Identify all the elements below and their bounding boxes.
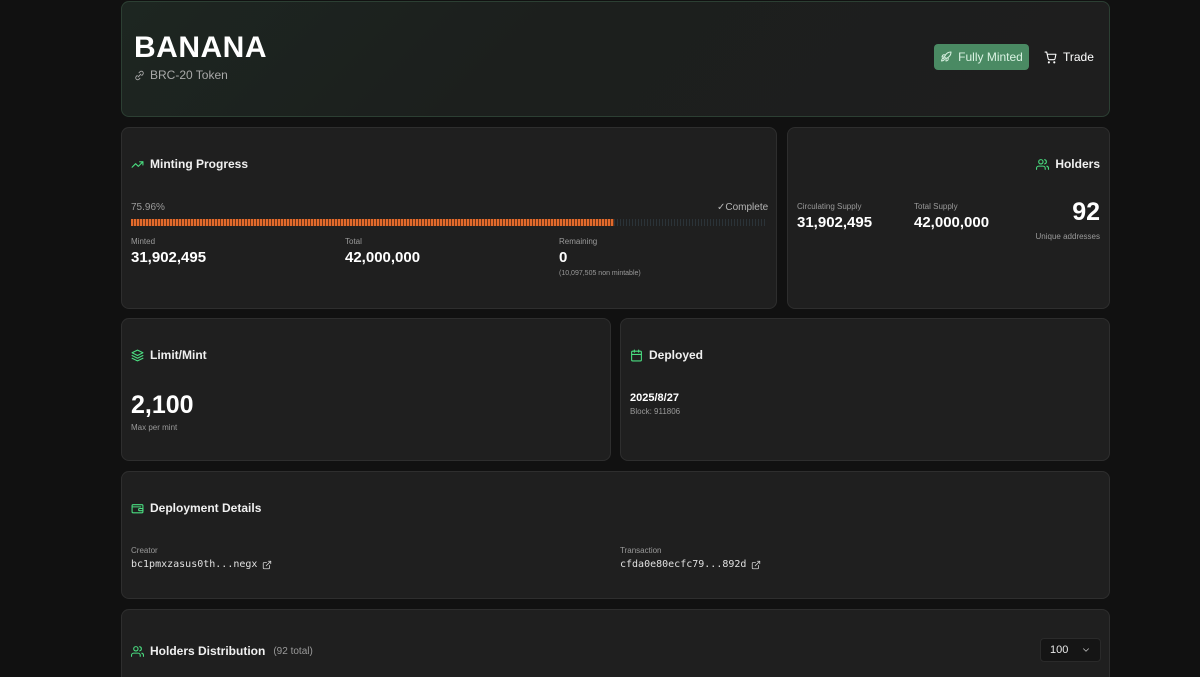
trade-button[interactable]: Trade xyxy=(1040,44,1098,70)
holders-card: Holders Circulating Supply 31,902,495 To… xyxy=(787,127,1110,309)
transaction-label: Transaction xyxy=(620,546,662,555)
holders-title: Holders xyxy=(1036,157,1100,171)
minting-progress-title: Minting Progress xyxy=(131,157,248,171)
minted-label: Minted xyxy=(131,237,156,246)
trending-up-icon xyxy=(131,158,144,171)
creator-address: bc1pmxzasus0th...negx xyxy=(131,559,258,570)
total-value: 42,000,000 xyxy=(345,249,421,266)
total-supply-value: 42,000,000 xyxy=(914,214,990,231)
trade-label: Trade xyxy=(1063,50,1094,64)
deployed-card: Deployed 2025/8/27 Block: 911806 xyxy=(620,318,1110,461)
deployment-details-title: Deployment Details xyxy=(131,501,261,515)
deployment-details-card: Deployment Details Creator bc1pmxzasus0t… xyxy=(121,471,1110,599)
circulating-supply-value: 31,902,495 xyxy=(797,214,873,231)
wallet-icon xyxy=(131,502,144,515)
token-type: BRC-20 Token xyxy=(134,68,228,82)
complete-status: ✓Complete xyxy=(717,202,769,213)
minting-progress-label: Minting Progress xyxy=(150,157,249,171)
minted-value: 31,902,495 xyxy=(131,249,207,266)
holders-distribution-card: Holders Distribution (92 total) 100 xyxy=(121,609,1110,677)
limit-mint-title: Limit/Mint xyxy=(131,348,207,362)
fully-minted-label: Fully Minted xyxy=(958,50,1023,64)
remaining-note: (10,097,505 non mintable) xyxy=(559,270,641,277)
progress-percent: 75.96% xyxy=(131,202,165,213)
transaction-hash: cfda0e80ecfc79...892d xyxy=(620,559,747,570)
fully-minted-button[interactable]: Fully Minted xyxy=(934,44,1029,70)
chevron-down-icon xyxy=(1081,645,1091,655)
holders-distribution-label: Holders Distribution xyxy=(150,644,266,658)
deployed-title: Deployed xyxy=(630,348,703,362)
minting-progress-card: Minting Progress 75.96% ✓Complete Minted… xyxy=(121,127,777,309)
minting-progress-fill xyxy=(131,219,615,226)
external-link-icon xyxy=(262,560,272,570)
remaining-value: 0 xyxy=(559,249,568,266)
holders-distribution-title: Holders Distribution (92 total) xyxy=(131,644,313,658)
users-icon xyxy=(131,645,144,658)
token-type-label: BRC-20 Token xyxy=(150,68,228,82)
total-label: Total xyxy=(345,237,362,246)
total-supply-label: Total Supply xyxy=(914,202,958,211)
transaction-link[interactable]: cfda0e80ecfc79...892d xyxy=(620,559,761,570)
limit-mint-label: Limit/Mint xyxy=(150,348,207,362)
holders-count: 92 xyxy=(1072,198,1100,226)
circulating-supply-label: Circulating Supply xyxy=(797,202,862,211)
remaining-label: Remaining xyxy=(559,237,598,246)
page-size-value: 100 xyxy=(1050,644,1069,656)
holders-total-note: (92 total) xyxy=(273,645,313,657)
users-icon xyxy=(1036,158,1050,171)
calendar-icon xyxy=(630,349,643,362)
max-per-mint-caption: Max per mint xyxy=(131,423,178,432)
external-link-icon xyxy=(751,560,761,570)
unique-addresses-caption: Unique addresses xyxy=(1035,232,1100,241)
limit-mint-card: Limit/Mint 2,100 Max per mint xyxy=(121,318,611,461)
creator-label: Creator xyxy=(131,546,158,555)
cart-icon xyxy=(1044,51,1057,64)
deployed-block: Block: 911806 xyxy=(630,407,681,416)
token-name: BANANA xyxy=(134,31,267,64)
page-size-select[interactable]: 100 xyxy=(1040,638,1101,662)
holders-label: Holders xyxy=(1055,157,1100,171)
token-header-card: BANANA BRC-20 Token Fully Minted Trade xyxy=(121,1,1110,117)
minting-progress-bar xyxy=(131,219,767,226)
deployed-date: 2025/8/27 xyxy=(630,392,679,404)
limit-value: 2,100 xyxy=(131,391,194,419)
layers-icon xyxy=(131,349,144,362)
rocket-icon xyxy=(940,51,952,63)
link-icon xyxy=(134,70,145,81)
creator-link[interactable]: bc1pmxzasus0th...negx xyxy=(131,559,272,570)
deployment-details-label: Deployment Details xyxy=(150,501,262,515)
deployed-label: Deployed xyxy=(649,348,704,362)
